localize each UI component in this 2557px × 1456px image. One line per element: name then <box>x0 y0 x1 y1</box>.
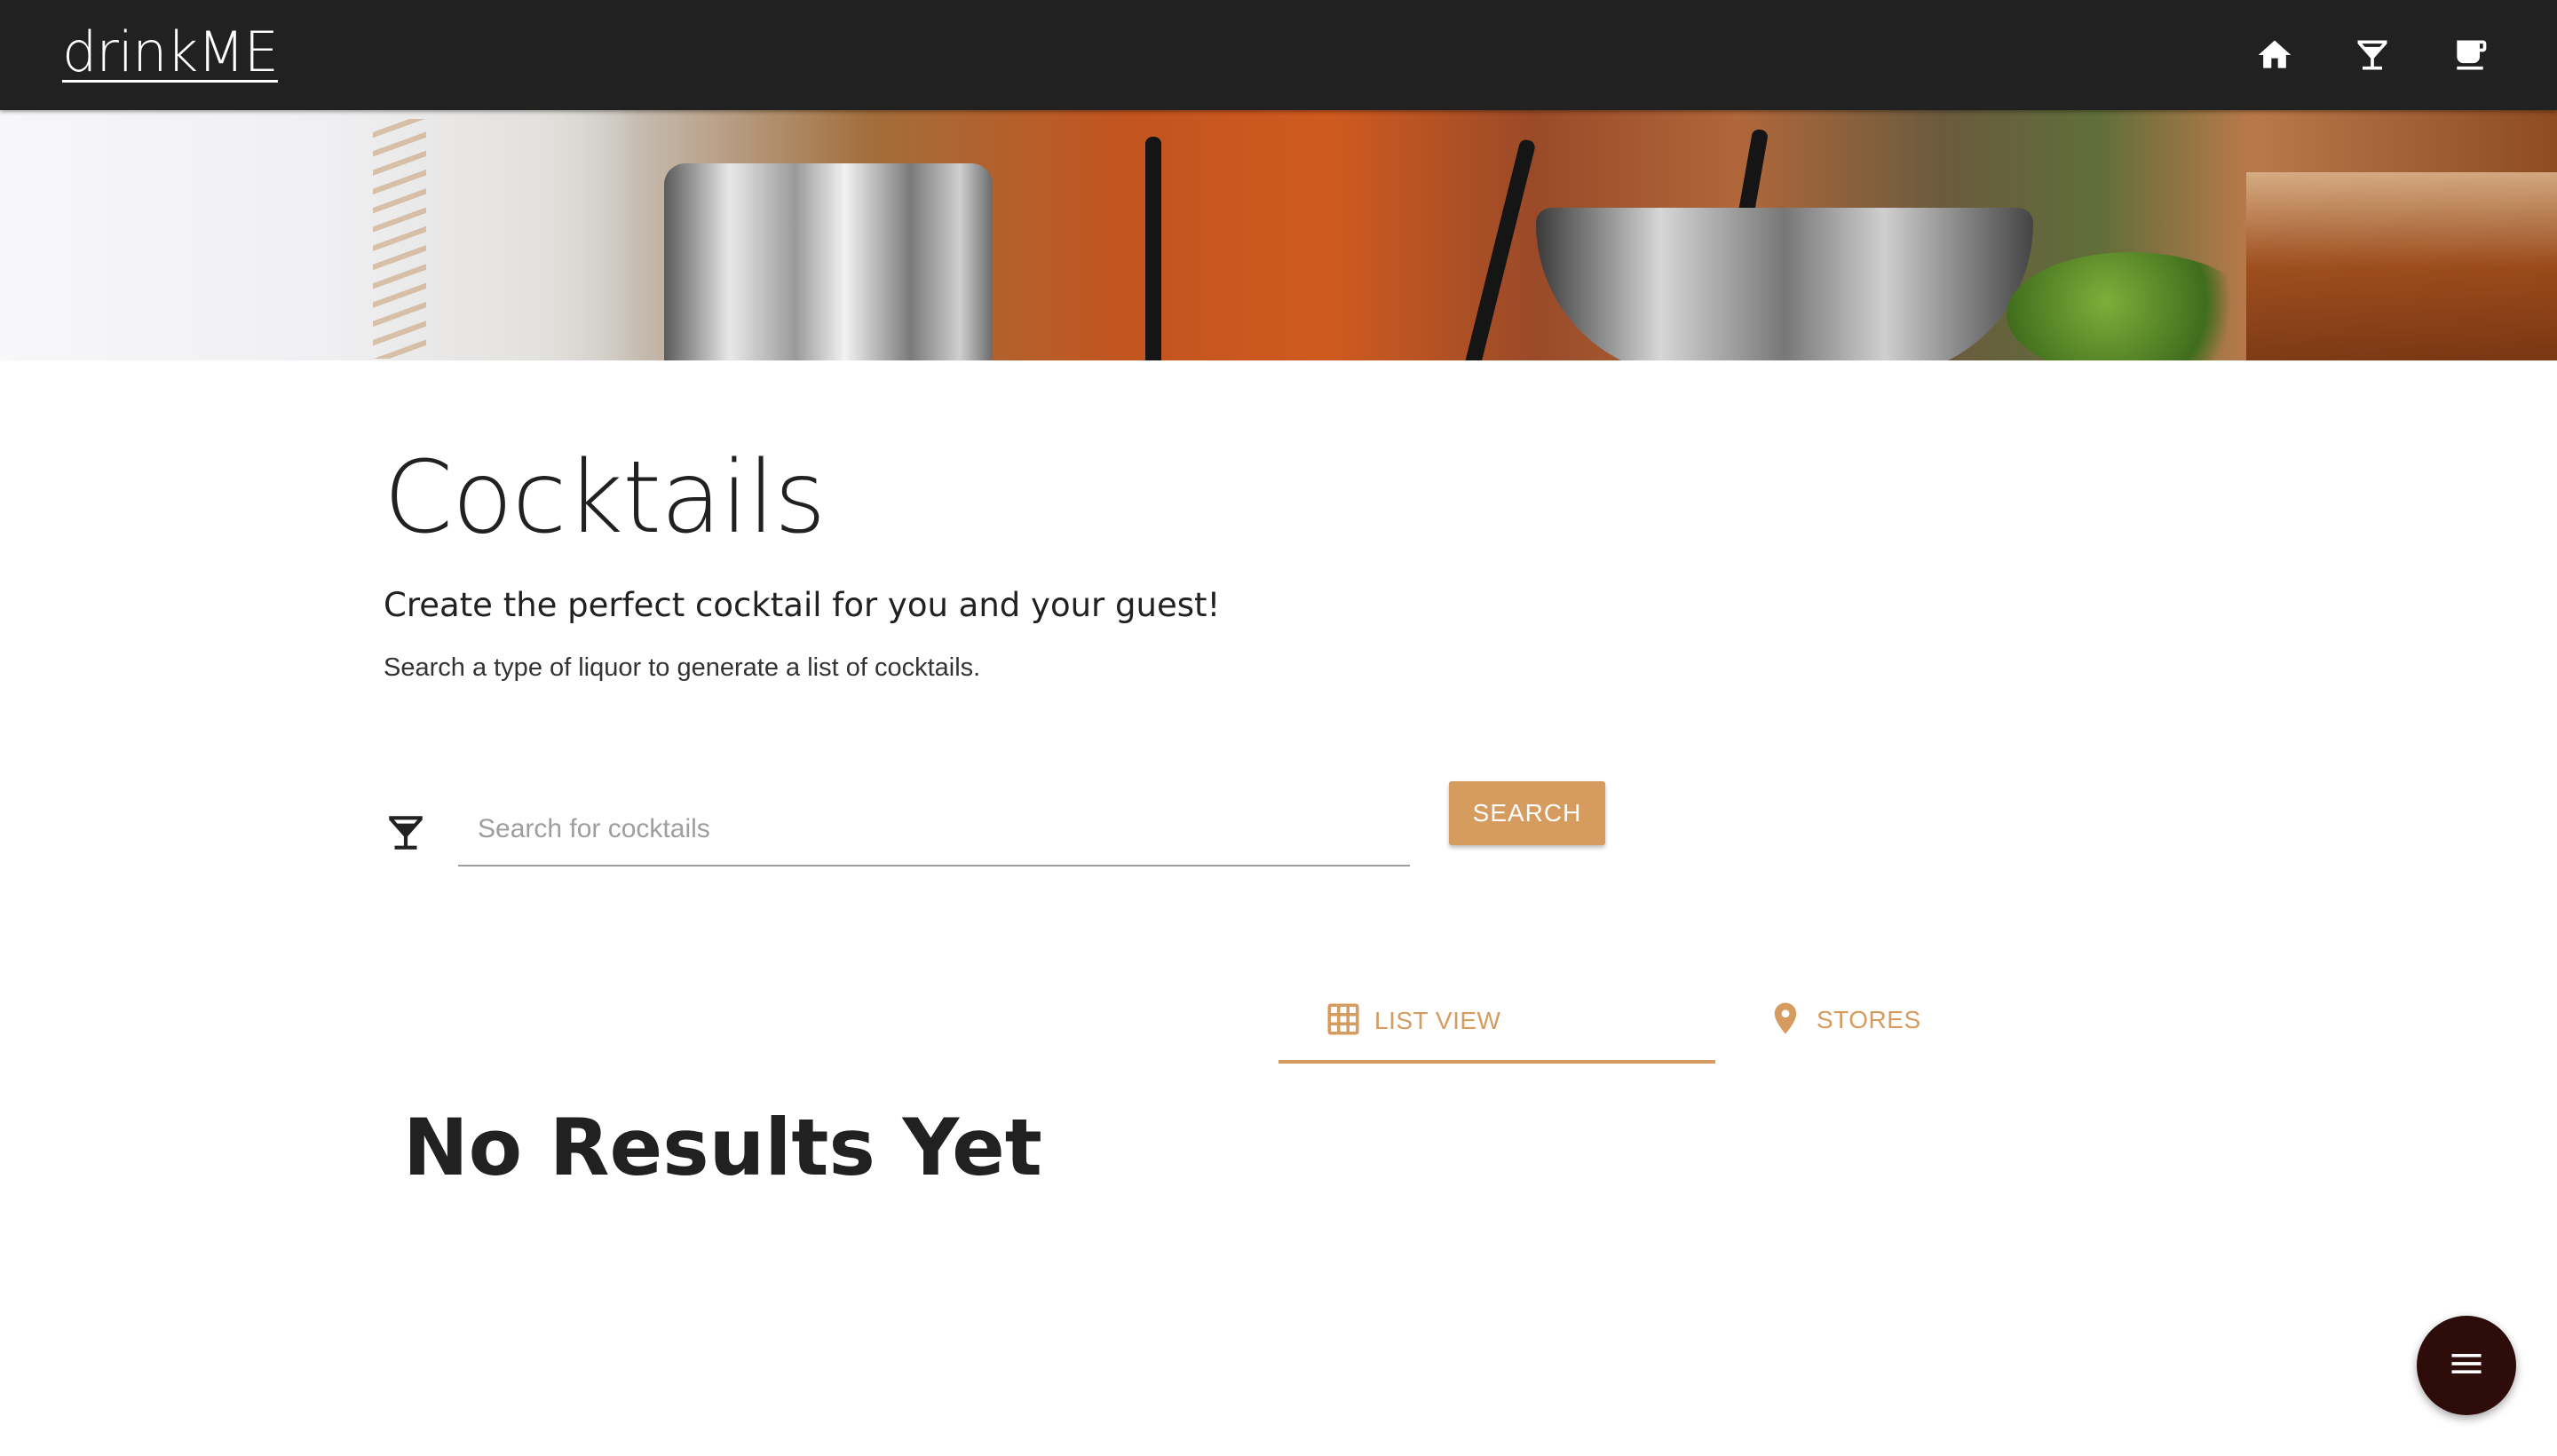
top-navbar: drinkME <box>0 0 2557 110</box>
grid-icon <box>1325 1001 1374 1042</box>
coffee-icon[interactable] <box>2447 32 2493 78</box>
page-subtitle: Create the perfect cocktail for you and … <box>384 586 1221 624</box>
search-row: SEARCH <box>384 781 1627 888</box>
empty-results-message: No Results Yet <box>403 1102 1042 1193</box>
page-title: Cocktails <box>384 440 826 556</box>
tab-label: LIST VIEW <box>1374 1007 1501 1034</box>
hero-cloth <box>0 110 639 360</box>
menu-fab-button[interactable] <box>2417 1316 2516 1415</box>
hero-herbs <box>2007 252 2255 360</box>
helper-text: Search a type of liquor to generate a li… <box>384 653 981 682</box>
brand-logo-link[interactable]: drinkME <box>62 20 279 84</box>
hero-stitch <box>373 119 426 359</box>
search-button[interactable]: SEARCH <box>1449 781 1605 845</box>
hero-straw <box>1462 138 1537 360</box>
hero-banner-image <box>0 110 2557 360</box>
tab-stores[interactable]: STORES <box>1767 982 2051 1058</box>
location-pin-icon <box>1767 1000 1817 1041</box>
nav-icon-group <box>2252 32 2493 78</box>
view-tabs: LIST VIEW STORES <box>1278 982 2166 1064</box>
hero-bottle <box>2246 172 2557 360</box>
search-input[interactable] <box>458 794 1410 866</box>
tab-label: STORES <box>1817 1006 1921 1033</box>
hero-shaker <box>664 163 993 360</box>
menu-icon <box>2447 1344 2486 1388</box>
tab-list-view[interactable]: LIST VIEW <box>1278 982 1715 1064</box>
hero-bowl <box>1536 208 2033 360</box>
cocktail-icon <box>384 808 428 858</box>
hero-straw <box>1145 137 1161 360</box>
home-icon[interactable] <box>2252 32 2298 78</box>
cocktail-icon[interactable] <box>2349 32 2395 78</box>
